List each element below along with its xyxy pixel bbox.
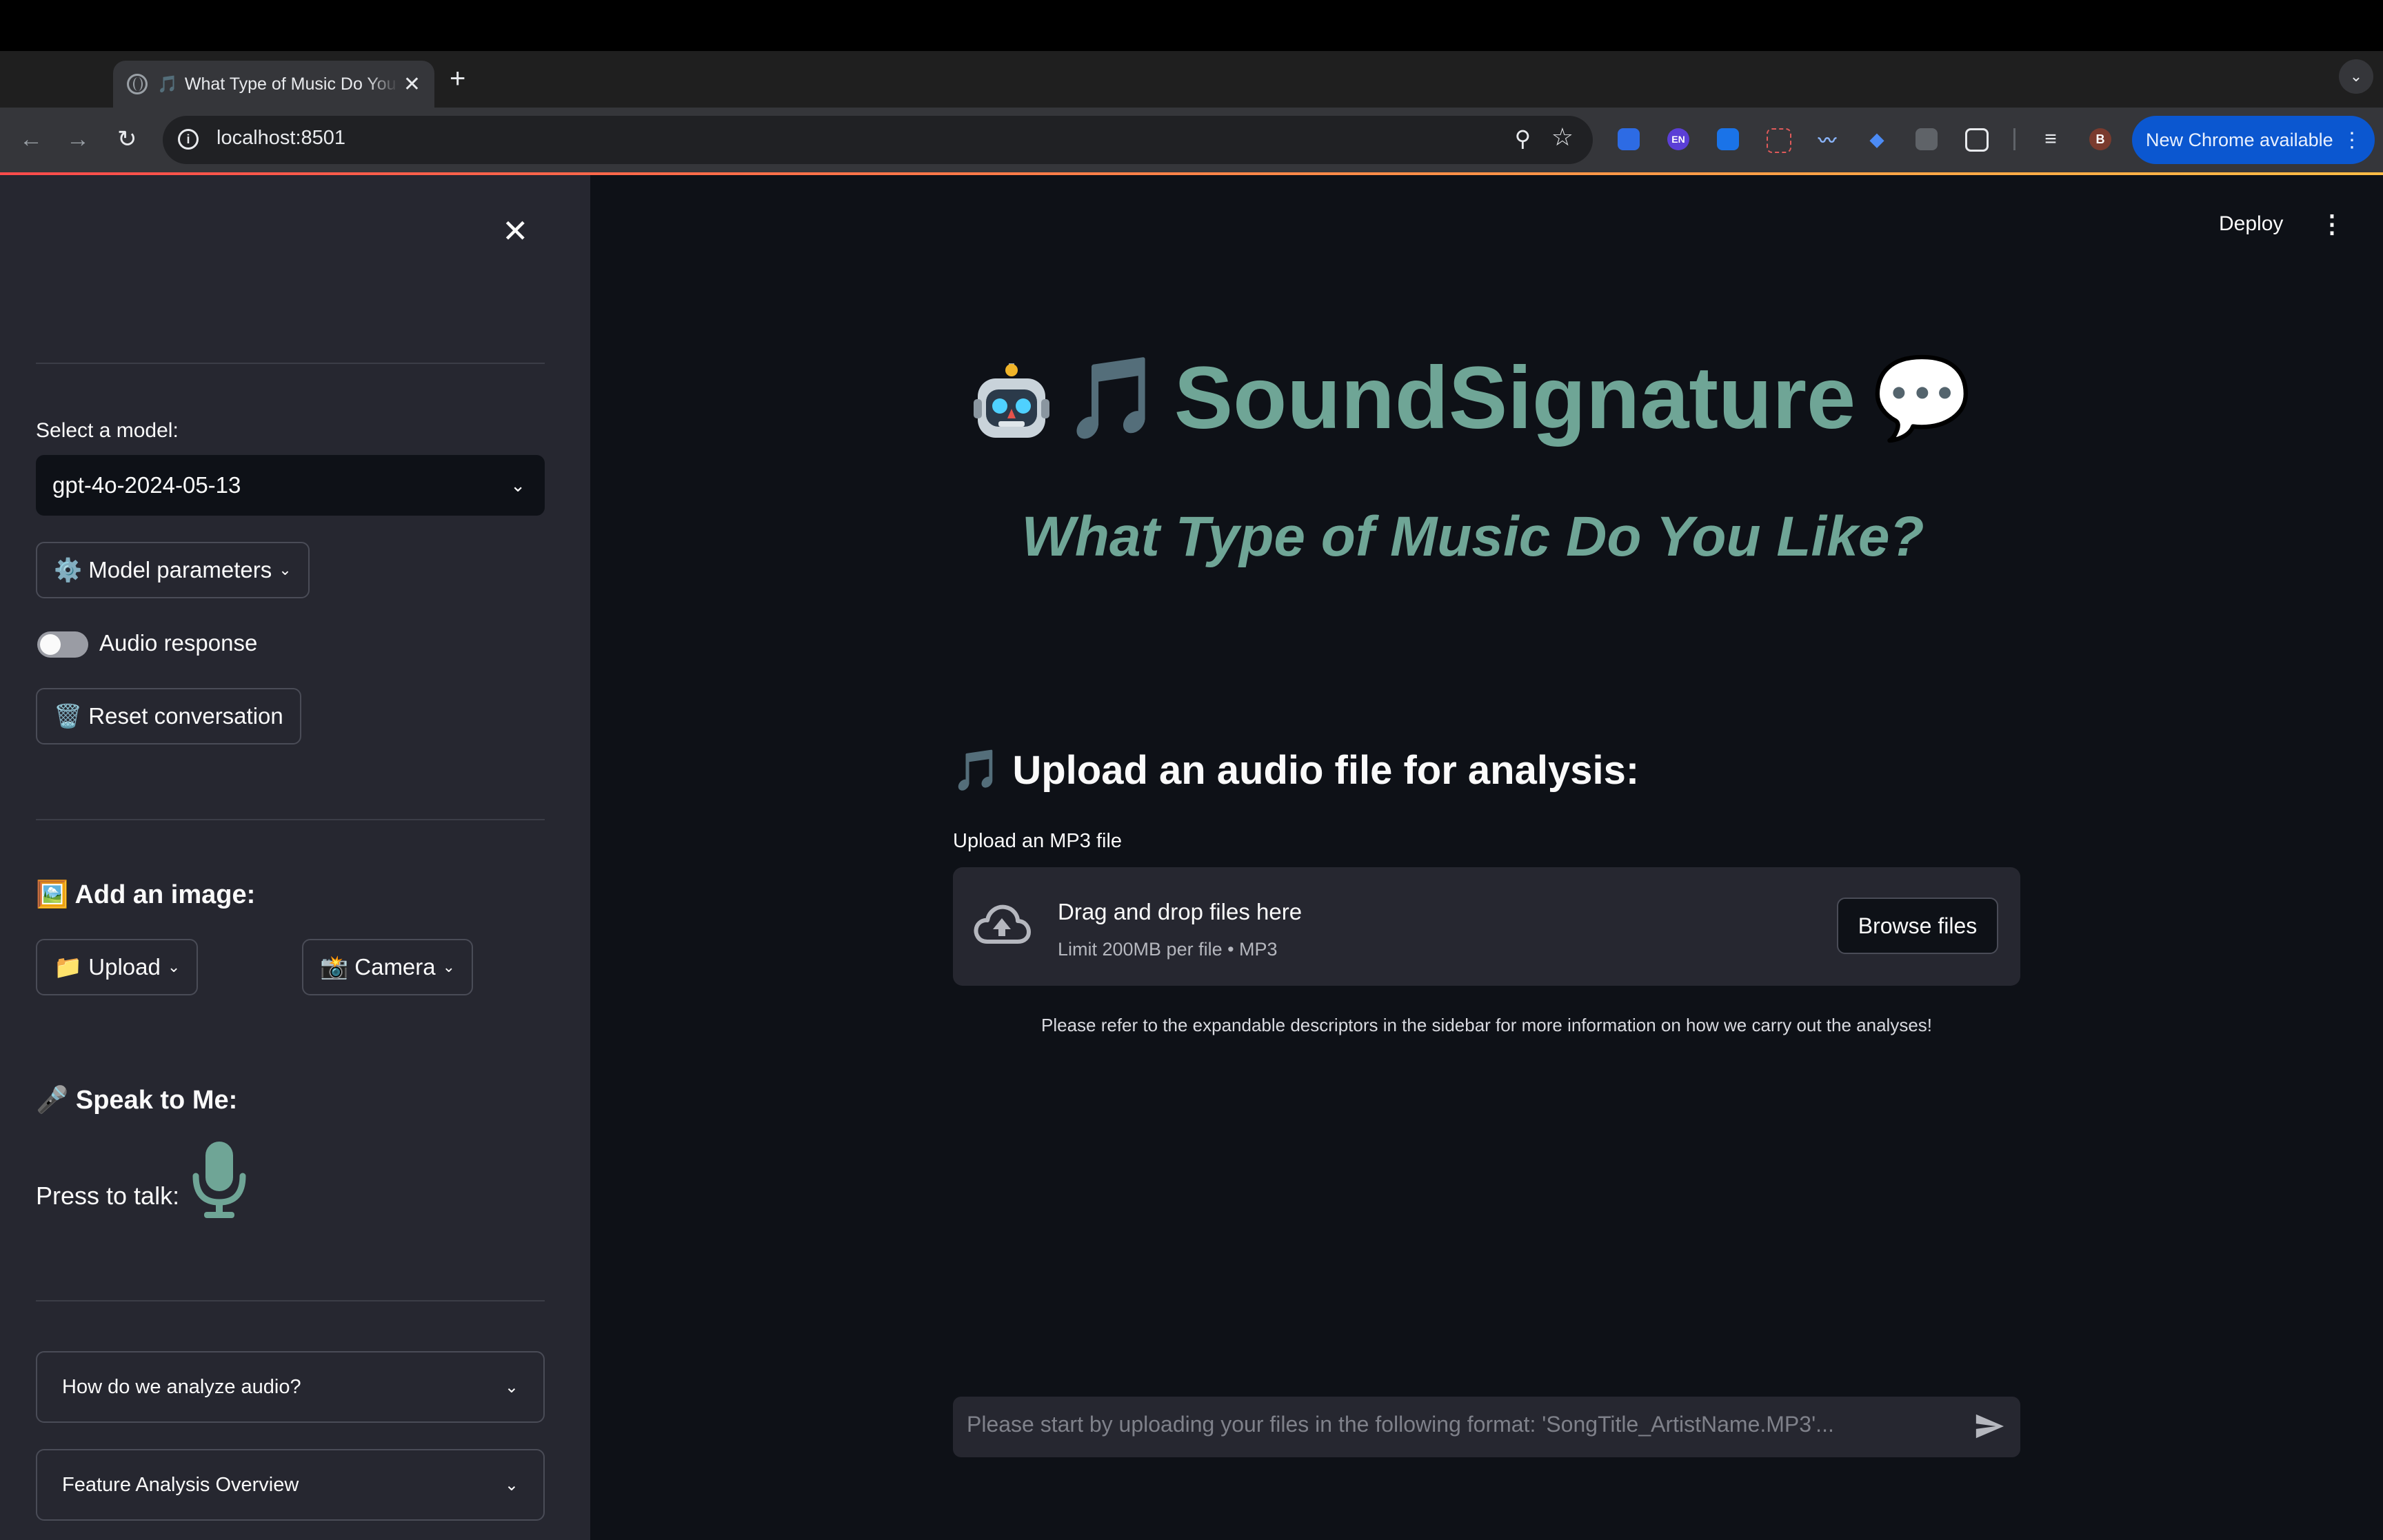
browser-toolbar: ← → ↻ i localhost:8501 ⚲ ☆ EN 〰 ◆ ≡ B Ne… (0, 108, 2383, 172)
tab-close-icon[interactable]: ✕ (403, 72, 421, 97)
app-title: SoundSignature (1174, 349, 1856, 447)
sidebar-close-icon[interactable]: ✕ (502, 212, 529, 250)
robot-emoji-icon (974, 360, 1050, 438)
model-select-value: gpt-4o-2024-05-13 (52, 472, 241, 498)
zoom-icon[interactable]: ⚲ (1515, 125, 1531, 152)
add-image-heading: 🖼️ Add an image: (36, 880, 256, 909)
tab-strip: 🎵 What Type of Music Do You Like? ✕ + ⌄ (0, 51, 2383, 108)
extension-grid-icon[interactable] (1767, 128, 1791, 153)
site-info-icon[interactable]: i (178, 129, 199, 150)
chevron-down-icon: ⌄ (510, 474, 525, 496)
toolbar-separator (2013, 128, 2015, 150)
upload-heading: 🎵 Upload an audio file for analysis: (952, 748, 1640, 793)
reset-conversation-button[interactable]: 🗑️ Reset conversation (36, 688, 301, 744)
globe-icon (127, 74, 148, 94)
extension-video-icon[interactable] (1717, 128, 1739, 150)
tab-music-note: 🎵 (157, 74, 178, 94)
back-button[interactable]: ← (19, 124, 43, 154)
extension-language-icon[interactable]: EN (1667, 128, 1689, 150)
expander-analyze-audio[interactable]: How do we analyze audio? ⌄ (36, 1351, 545, 1423)
image-upload-label: 📁 Upload (54, 953, 161, 980)
tab-search-button[interactable]: ⌄ (2339, 59, 2373, 94)
audio-response-toggle[interactable] (37, 631, 88, 658)
reload-button[interactable]: ↻ (117, 124, 137, 154)
forward-button[interactable]: → (66, 124, 90, 154)
mac-top-bar (0, 0, 2383, 51)
browser-tab[interactable]: 🎵 What Type of Music Do You Like? ✕ (113, 61, 434, 108)
music-note-emoji: 🎵 (1063, 352, 1163, 443)
dropzone-limit: Limit 200MB per file • MP3 (1058, 939, 1278, 960)
new-chrome-label: New Chrome available (2146, 129, 2333, 150)
press-to-talk-label: Press to talk: (36, 1182, 180, 1210)
sidebar-hint-caption: Please refer to the expandable descripto… (1040, 1015, 1933, 1035)
extension-diamond-icon[interactable]: ◆ (1866, 128, 1888, 150)
audio-response-label: Audio response (99, 630, 258, 656)
sidebar: ✕ Select a model: gpt-4o-2024-05-13 ⌄ ⚙️… (0, 175, 590, 1540)
page-subtitle: What Type of Music Do You Like? (1021, 505, 1924, 568)
browse-files-button[interactable]: Browse files (1837, 898, 1998, 954)
chevron-down-icon: ⌄ (279, 561, 292, 578)
expander-label: Feature Analysis Overview (62, 1473, 299, 1496)
profile-avatar[interactable]: B (2089, 128, 2111, 150)
bookmark-star-icon[interactable]: ☆ (1551, 123, 1573, 152)
chrome-menu-icon[interactable]: ⋮ (2342, 128, 2362, 152)
send-icon[interactable] (1973, 1410, 2005, 1442)
image-upload-button[interactable]: 📁 Upload ⌄ (36, 939, 199, 995)
extension-wave-icon[interactable]: 〰 (1816, 128, 1838, 151)
extensions-puzzle-icon[interactable] (1965, 128, 1989, 152)
model-parameters-expander[interactable]: ⚙️ Model parameters ⌄ (36, 542, 310, 598)
expander-feature-analysis[interactable]: Feature Analysis Overview ⌄ (36, 1449, 545, 1521)
extension-copilot-icon[interactable] (1618, 128, 1640, 150)
chevron-down-icon: ⌄ (167, 958, 181, 975)
new-chrome-available-button[interactable]: New Chrome available ⋮ (2132, 116, 2375, 164)
chevron-down-icon: ⌄ (442, 958, 456, 975)
tab-title: What Type of Music Do You Like? (184, 74, 399, 94)
main-content: Deploy ⋮ 🎵 SoundSignature 💬 What Type of… (590, 175, 2383, 1540)
file-dropzone[interactable]: Drag and drop files here Limit 200MB per… (953, 867, 2020, 986)
upload-label: Upload an MP3 file (953, 830, 1123, 852)
page-title: 🎵 SoundSignature 💬 (590, 347, 2355, 449)
media-controls-icon[interactable]: ≡ (2040, 128, 2062, 150)
microphone-icon[interactable] (190, 1142, 248, 1219)
expander-label: How do we analyze audio? (62, 1375, 301, 1398)
camera-label: 📸 Camera (320, 953, 436, 980)
chevron-down-icon: ⌄ (504, 1377, 519, 1397)
speak-to-me-heading: 🎤 Speak to Me: (36, 1086, 238, 1115)
speech-bubble-emoji: 💬 (1872, 352, 1972, 443)
address-bar[interactable]: i localhost:8501 ⚲ ☆ (163, 116, 1593, 164)
toggle-knob (40, 634, 61, 655)
model-parameters-label: ⚙️ Model parameters (54, 556, 272, 582)
chevron-down-icon: ⌄ (504, 1475, 519, 1495)
new-tab-button[interactable]: + (450, 63, 465, 94)
sidebar-divider (36, 1300, 545, 1301)
camera-button[interactable]: 📸 Camera ⌄ (302, 939, 474, 995)
main-menu-icon[interactable]: ⋮ (2320, 210, 2344, 239)
dropzone-title: Drag and drop files here (1058, 899, 1303, 924)
model-select-label: Select a model: (36, 419, 179, 442)
chat-input[interactable]: Please start by uploading your files in … (953, 1397, 2020, 1457)
extension-copy-icon[interactable] (1916, 128, 1938, 150)
sidebar-divider (36, 819, 545, 820)
url-text[interactable]: localhost:8501 (217, 127, 345, 150)
deploy-button[interactable]: Deploy (2219, 212, 2283, 236)
chat-input-placeholder: Please start by uploading your files in … (967, 1412, 1834, 1437)
sidebar-divider (36, 363, 545, 364)
cloud-upload-icon (974, 904, 1031, 944)
reset-conversation-label: 🗑️ Reset conversation (54, 702, 283, 729)
model-select[interactable]: gpt-4o-2024-05-13 ⌄ (36, 455, 545, 516)
